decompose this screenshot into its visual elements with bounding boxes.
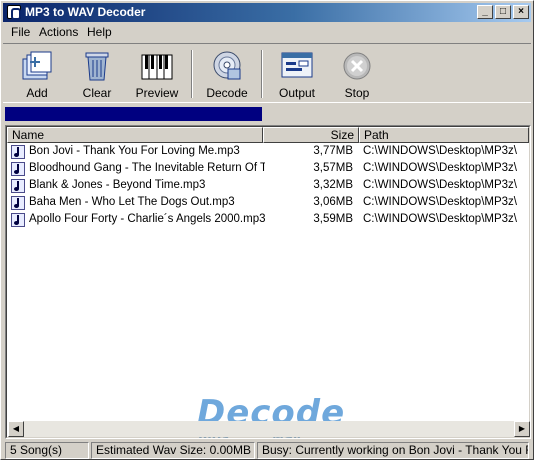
toolbar: Add Clear Preview Decode Output Stop [3, 43, 531, 103]
music-file-icon [11, 162, 25, 176]
column-header-path[interactable]: Path [359, 127, 529, 143]
decode-label: Decode [206, 86, 248, 100]
file-name: Apollo Four Forty - Charlie´s Angels 200… [29, 213, 265, 225]
status-busy: Busy: Currently working on Bon Jovi - Th… [257, 442, 529, 459]
add-icon [22, 51, 52, 80]
decode-button[interactable]: Decode [199, 48, 255, 102]
output-button[interactable]: Output [269, 48, 325, 102]
window-title: MP3 to WAV Decoder [25, 5, 146, 19]
file-size: 3,59MB [313, 213, 353, 225]
file-name: Bon Jovi - Thank You For Loving Me.mp3 [29, 145, 240, 157]
output-icon [281, 52, 313, 78]
file-path: C:\WINDOWS\Desktop\MP3z\ [363, 213, 517, 225]
music-file-icon [11, 196, 25, 210]
column-header-name[interactable]: Name [7, 127, 263, 143]
stop-label: Stop [344, 86, 370, 100]
list-item[interactable]: Bon Jovi - Thank You For Loving Me.mp3 3,… [7, 144, 529, 161]
file-name: Blank & Jones - Beyond Time.mp3 [29, 179, 206, 191]
file-path: C:\WINDOWS\Desktop\MP3z\ [363, 162, 517, 174]
file-size: 3,32MB [313, 179, 353, 191]
scroll-right-button[interactable]: ▶ [514, 421, 530, 437]
file-path: C:\WINDOWS\Desktop\MP3z\ [363, 196, 517, 208]
scroll-left-button[interactable]: ◀ [8, 421, 24, 437]
file-path: C:\WINDOWS\Desktop\MP3z\ [363, 145, 517, 157]
preview-icon [141, 54, 173, 80]
title-bar[interactable]: MP3 to WAV Decoder _ □ × [3, 3, 531, 22]
close-button[interactable]: × [513, 5, 529, 19]
menu-bar: File Actions Help [3, 23, 531, 41]
decode-icon [213, 51, 241, 80]
maximize-button[interactable]: □ [495, 5, 511, 19]
clear-label: Clear [82, 86, 112, 100]
file-size: 3,77MB [313, 145, 353, 157]
minimize-button[interactable]: _ [477, 5, 493, 19]
file-path: C:\WINDOWS\Desktop\MP3z\ [363, 179, 517, 191]
list-item[interactable]: Bloodhound Gang - The Inevitable Return … [7, 161, 529, 178]
file-name: Baha Men - Who Let The Dogs Out.mp3 [29, 196, 235, 208]
main-window: MP3 to WAV Decoder _ □ × File Actions He… [0, 0, 534, 460]
menu-file[interactable]: File [11, 25, 30, 39]
music-file-icon [11, 145, 25, 159]
column-header-size[interactable]: Size [263, 127, 359, 143]
clear-button[interactable]: Clear [69, 48, 125, 102]
status-bar: 5 Song(s) Estimated Wav Size: 0.00MB Bus… [3, 441, 531, 459]
preview-label: Preview [135, 86, 179, 100]
list-item[interactable]: Baha Men - Who Let The Dogs Out.mp3 3,06M… [7, 195, 529, 212]
progress-fill [5, 107, 262, 121]
status-song-count: 5 Song(s) [5, 442, 89, 459]
music-file-icon [11, 179, 25, 193]
file-size: 3,57MB [313, 162, 353, 174]
menu-help[interactable]: Help [87, 25, 112, 39]
app-icon [7, 5, 21, 20]
add-button[interactable]: Add [9, 48, 65, 102]
progress-bar [5, 107, 529, 121]
music-file-icon [11, 213, 25, 227]
horizontal-scrollbar[interactable]: ◀ ▶ [8, 421, 530, 437]
preview-button[interactable]: Preview [129, 48, 185, 102]
file-size: 3,06MB [313, 196, 353, 208]
menu-actions[interactable]: Actions [39, 25, 78, 39]
stop-button[interactable]: Stop [329, 48, 385, 102]
file-list[interactable]: Name Size Path Bon Jovi - Thank You For … [5, 125, 531, 439]
list-item[interactable]: Blank & Jones - Beyond Time.mp3 3,32MB C:\… [7, 178, 529, 195]
stop-icon [343, 52, 371, 80]
output-label: Output [278, 86, 316, 100]
add-label: Add [26, 86, 48, 100]
clear-icon [85, 52, 109, 81]
toolbar-separator [261, 50, 263, 98]
toolbar-separator [191, 50, 193, 98]
list-item[interactable]: Apollo Four Forty - Charlie´s Angels 200… [7, 212, 529, 229]
file-name: Bloodhound Gang - The Inevitable Return … [29, 162, 265, 174]
status-wav-size: Estimated Wav Size: 0.00MB [91, 442, 255, 459]
